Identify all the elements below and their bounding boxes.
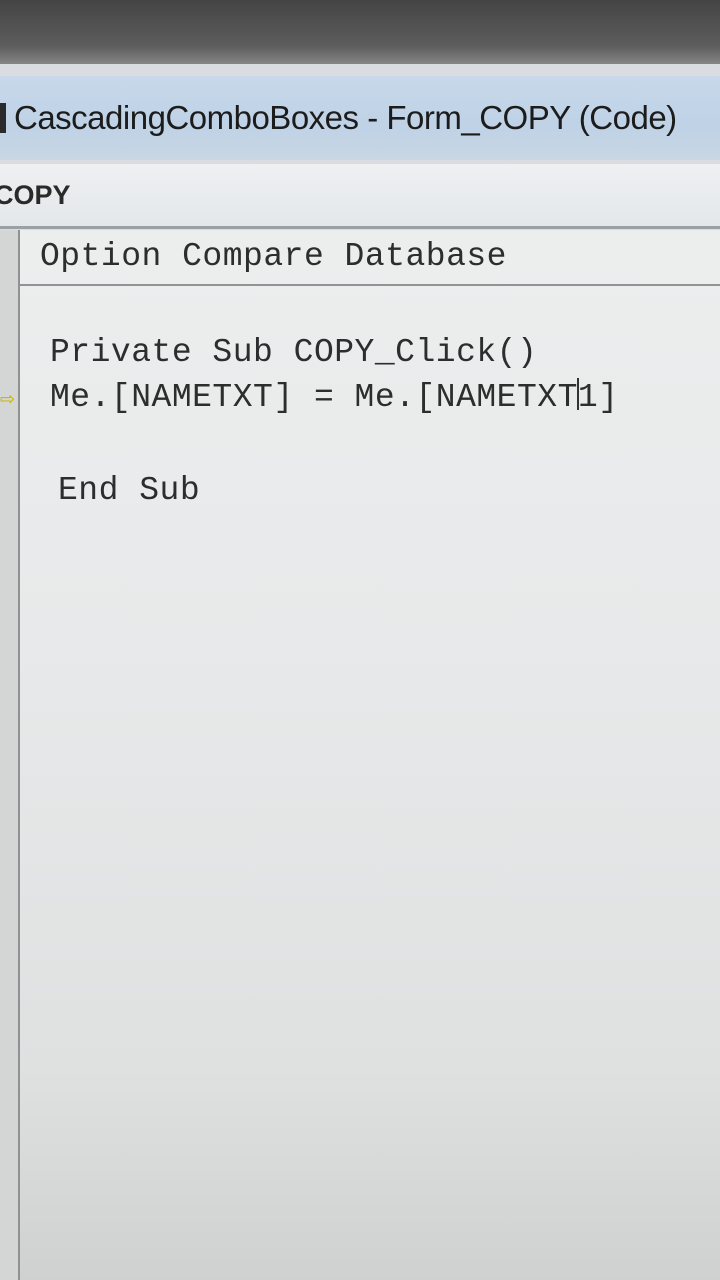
code-line-sub-declaration[interactable]: Private Sub COPY_Click() <box>50 334 537 371</box>
code-line-option-compare[interactable]: Option Compare Database <box>40 238 507 275</box>
code-line-assignment-part1: Me.[NAMETXT] = Me.[NAMETXT <box>50 379 578 416</box>
code-editor[interactable]: Option Compare Database Private Sub COPY… <box>0 230 720 1280</box>
vba-code-window: CascadingComboBoxes - Form_COPY (Code) C… <box>0 64 720 1280</box>
execution-arrow-icon: ⇨ <box>0 389 16 410</box>
title-bar[interactable]: CascadingComboBoxes - Form_COPY (Code) <box>0 76 720 160</box>
procedure-separator <box>18 284 720 286</box>
code-line-assignment[interactable]: Me.[NAMETXT] = Me.[NAMETXT1] <box>50 378 619 416</box>
code-line-end-sub[interactable]: End Sub <box>58 472 200 509</box>
object-dropdown[interactable]: COPY <box>0 164 720 229</box>
screen: CascadingComboBoxes - Form_COPY (Code) C… <box>0 0 720 1280</box>
margin-indicator-bar[interactable] <box>0 230 20 1280</box>
app-icon <box>0 103 6 133</box>
window-title: CascadingComboBoxes - Form_COPY (Code) <box>14 99 677 136</box>
code-line-assignment-part2: 1] <box>577 379 619 416</box>
object-dropdown-value: COPY <box>0 179 71 210</box>
monitor-bezel <box>0 0 720 66</box>
